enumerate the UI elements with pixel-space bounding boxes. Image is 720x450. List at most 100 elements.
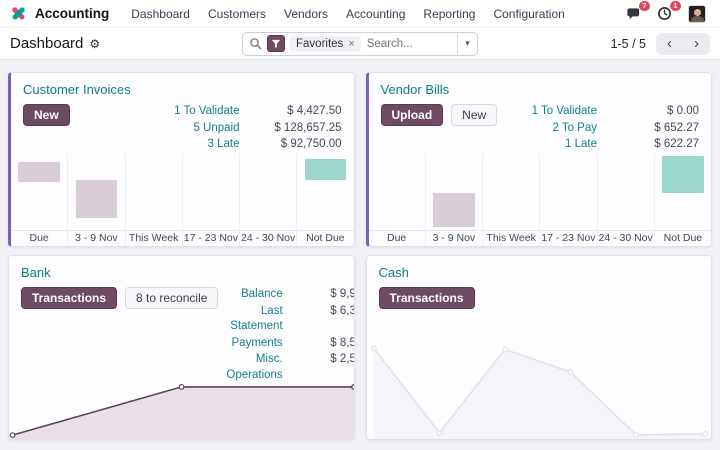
pager-buttons: ‹ › <box>656 32 710 55</box>
x-axis: Due 3 - 9 Nov This Week 17 - 23 Nov 24 - 30 … <box>11 230 354 246</box>
card-bank: Bank Transactions 8 to reconcile Balance… <box>8 255 355 440</box>
search-dropdown-caret-icon[interactable]: ▾ <box>457 32 477 55</box>
stat-amount-late: $ 622.27 <box>654 138 699 150</box>
x-tick-label: This Week <box>482 231 539 246</box>
x-tick-label: Not Due <box>296 231 353 246</box>
card-title-cash[interactable]: Cash <box>379 265 700 280</box>
invoice-stats: 1 To Validate $ 4,427.50 5 Unpaid $ 128,… <box>174 104 341 153</box>
cash-line-svg <box>370 345 708 439</box>
stat-amount-to-validate: $ 4,427.50 <box>287 105 342 117</box>
facet-label: Favorites <box>296 37 344 50</box>
messages-icon[interactable]: 7 <box>626 0 650 22</box>
bar-plot <box>369 152 712 231</box>
upload-bill-button[interactable]: Upload <box>380 104 444 126</box>
chart-bar[interactable] <box>433 192 475 227</box>
x-tick-label: 3 - 9 Nov <box>424 231 482 246</box>
pager-range: 1-5 / 5 <box>610 36 646 51</box>
stat-amount-misc-operations: $ 2,500.00 <box>330 353 353 365</box>
card-cash: Cash Transactions <box>365 255 712 440</box>
x-axis: Due 3 - 9 Nov This Week 17 - 23 Nov 24 - 30 … <box>368 230 711 246</box>
bar-plot <box>11 152 354 231</box>
user-avatar[interactable] <box>688 4 706 23</box>
search-bar[interactable]: Favorites × ▾ <box>242 31 478 56</box>
nav-item-reporting[interactable]: Reporting <box>414 7 484 21</box>
new-bill-button[interactable]: New <box>451 104 498 126</box>
button-row: Upload New <box>380 104 498 126</box>
card-body: Transactions 8 to reconcile Balance $ 9,… <box>9 283 354 383</box>
chart-column <box>11 153 67 231</box>
x-tick-label: Due <box>29 232 49 244</box>
app-name[interactable]: Accounting <box>35 6 109 21</box>
card-vendor-bills: Vendor Bills Upload New 1 To Validate $ … <box>365 72 712 247</box>
stat-label-balance[interactable]: Balance <box>226 287 283 303</box>
breadcrumb: Dashboard ⚙ <box>10 35 242 52</box>
stat-label-payments[interactable]: Payments <box>226 336 283 352</box>
stat-label-misc-operations[interactable]: Misc. Operations <box>226 352 282 383</box>
chart-bar[interactable] <box>75 180 118 218</box>
stat-label-late[interactable]: 3 Late <box>174 137 240 153</box>
pager-next-button[interactable]: › <box>683 33 710 55</box>
stat-label-unpaid[interactable]: 5 Unpaid <box>174 121 239 137</box>
accounting-app-icon[interactable] <box>10 5 27 22</box>
chart-bar[interactable] <box>662 155 704 193</box>
x-tick-label: 17 - 23 Nov <box>539 231 596 246</box>
activities-icon[interactable]: 1 <box>657 0 681 22</box>
stat-amount-to-pay: $ 652.27 <box>654 121 699 134</box>
chart-column <box>596 152 654 230</box>
facet-close-icon[interactable]: × <box>348 38 354 50</box>
stat-amount-unpaid: $ 128,657.25 <box>274 121 342 134</box>
pager-prev-button[interactable]: ‹ <box>656 33 683 55</box>
card-body: Transactions <box>367 283 712 309</box>
nav-item-dashboard[interactable]: Dashboard <box>122 7 199 21</box>
facet-favorites[interactable]: Favorites × <box>290 35 361 52</box>
button-row: New <box>23 104 70 126</box>
messages-badge: 7 <box>638 0 650 11</box>
chart-column <box>653 152 711 230</box>
stat-label-last-statement[interactable]: Last Statement <box>226 304 282 335</box>
cash-transactions-button[interactable]: Transactions <box>378 287 475 309</box>
card-title-vendor-bills[interactable]: Vendor Bills <box>381 82 700 97</box>
stat-label-to-pay[interactable]: 2 To Pay <box>532 121 597 137</box>
chart-column <box>369 153 425 231</box>
new-invoice-button[interactable]: New <box>23 104 70 126</box>
filter-icon[interactable] <box>267 35 285 52</box>
nav-item-vendors[interactable]: Vendors <box>275 7 337 21</box>
pager: 1-5 / 5 ‹ › <box>478 32 710 55</box>
x-tick-label: This Week <box>124 231 182 246</box>
bill-stats: 1 To Validate $ 0.00 2 To Pay $ 652.27 1… <box>532 104 699 153</box>
x-tick-label: 24 - 30 Nov <box>596 231 653 246</box>
card-body: Upload New 1 To Validate $ 0.00 2 To Pay… <box>369 100 712 153</box>
stat-amount-last-statement: $ 6,378.00 <box>330 304 353 317</box>
chart-column <box>296 152 353 230</box>
button-row: Transactions <box>378 287 475 309</box>
nav-item-configuration[interactable]: Configuration <box>484 7 573 21</box>
chart-bar[interactable] <box>18 161 60 182</box>
x-tick-label: 24 - 30 Nov <box>239 231 296 246</box>
nav-item-accounting[interactable]: Accounting <box>337 7 414 21</box>
search-input[interactable] <box>360 37 457 50</box>
reconcile-button[interactable]: 8 to reconcile <box>125 287 219 309</box>
stat-label-late[interactable]: 1 Late <box>532 137 597 153</box>
page-title[interactable]: Dashboard <box>10 35 83 52</box>
stat-label-to-validate[interactable]: 1 To Validate <box>532 104 597 120</box>
nav-item-customers[interactable]: Customers <box>199 7 275 21</box>
card-customer-invoices: Customer Invoices New 1 To Validate $ 4,… <box>8 72 355 247</box>
bank-transactions-button[interactable]: Transactions <box>21 287 118 309</box>
dashboard: Customer Invoices New 1 To Validate $ 4,… <box>0 60 720 440</box>
search-icon <box>249 37 262 50</box>
chart-column <box>539 152 596 230</box>
card-title-bank[interactable]: Bank <box>21 265 342 280</box>
bank-stats: Balance $ 9,944.87 Last Statement $ 6,37… <box>226 287 353 383</box>
avatar-face <box>694 8 701 16</box>
x-tick-label: 3 - 9 Nov <box>67 231 124 246</box>
chart-column <box>239 152 296 230</box>
chart-column <box>67 152 124 230</box>
bank-line-svg <box>9 384 354 439</box>
nav-systray: 7 1 <box>626 0 710 23</box>
control-bar: Dashboard ⚙ Favorites × ▾ 1-5 / 5 ‹ › <box>0 28 720 60</box>
card-title-customer-invoices[interactable]: Customer Invoices <box>23 82 342 97</box>
gear-icon[interactable]: ⚙ <box>89 37 100 51</box>
chart-column <box>482 152 539 230</box>
stat-label-to-validate[interactable]: 1 To Validate <box>174 104 239 120</box>
chart-bar[interactable] <box>304 159 347 181</box>
